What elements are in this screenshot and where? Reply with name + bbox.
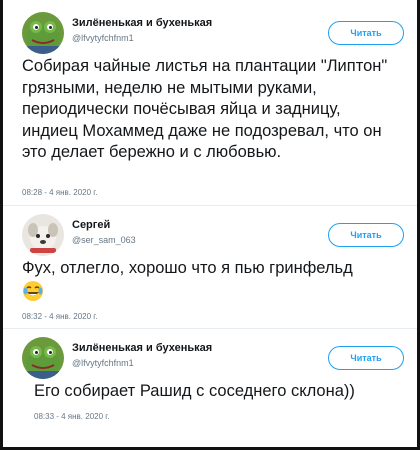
user-name[interactable]: Сергей bbox=[72, 219, 110, 231]
frog-avatar-icon[interactable] bbox=[22, 12, 64, 54]
user-handle[interactable]: @lfvytyfchfnm1 bbox=[72, 33, 134, 43]
tweet-divider bbox=[3, 205, 417, 206]
tweet: Сергей @ser_sam_063 Читать Фух, отлегло,… bbox=[12, 214, 408, 326]
tweet-timestamp[interactable]: 08:32 - 4 янв. 2020 г. bbox=[22, 312, 97, 321]
follow-button[interactable]: Читать bbox=[328, 346, 404, 370]
tweet-text-content: Фух, отлегло, хорошо что я пью гринфельд bbox=[22, 259, 353, 277]
user-name[interactable]: Зилёненькая и бухенькая bbox=[72, 342, 212, 354]
tweet-text: Его собирает Рашид с соседнего склона)) bbox=[34, 382, 355, 400]
tweet-divider bbox=[3, 328, 417, 329]
crying-laughing-emoji-icon bbox=[22, 280, 44, 309]
tweet-text: Фух, отлегло, хорошо что я пью гринфельд bbox=[22, 258, 400, 308]
tweet-timestamp[interactable]: 08:33 - 4 янв. 2020 г. bbox=[34, 412, 109, 421]
tweet-text: Собирая чайные листья на плантации "Липт… bbox=[22, 57, 388, 161]
user-handle[interactable]: @ser_sam_063 bbox=[72, 235, 136, 245]
user-name[interactable]: Зилёненькая и бухенькая bbox=[72, 17, 212, 29]
frog-avatar-icon[interactable] bbox=[22, 337, 64, 379]
user-handle[interactable]: @lfvytyfchfnm1 bbox=[72, 358, 134, 368]
dog-avatar-icon[interactable] bbox=[22, 214, 64, 256]
tweet: Зилёненькая и бухенькая @lfvytyfchfnm1 Ч… bbox=[12, 12, 408, 202]
follow-button[interactable]: Читать bbox=[328, 223, 404, 247]
follow-button[interactable]: Читать bbox=[328, 21, 404, 45]
tweet-timestamp[interactable]: 08:28 - 4 янв. 2020 г. bbox=[22, 188, 97, 197]
tweet: Зилёненькая и бухенькая @lfvytyfchfnm1 Ч… bbox=[12, 337, 408, 429]
